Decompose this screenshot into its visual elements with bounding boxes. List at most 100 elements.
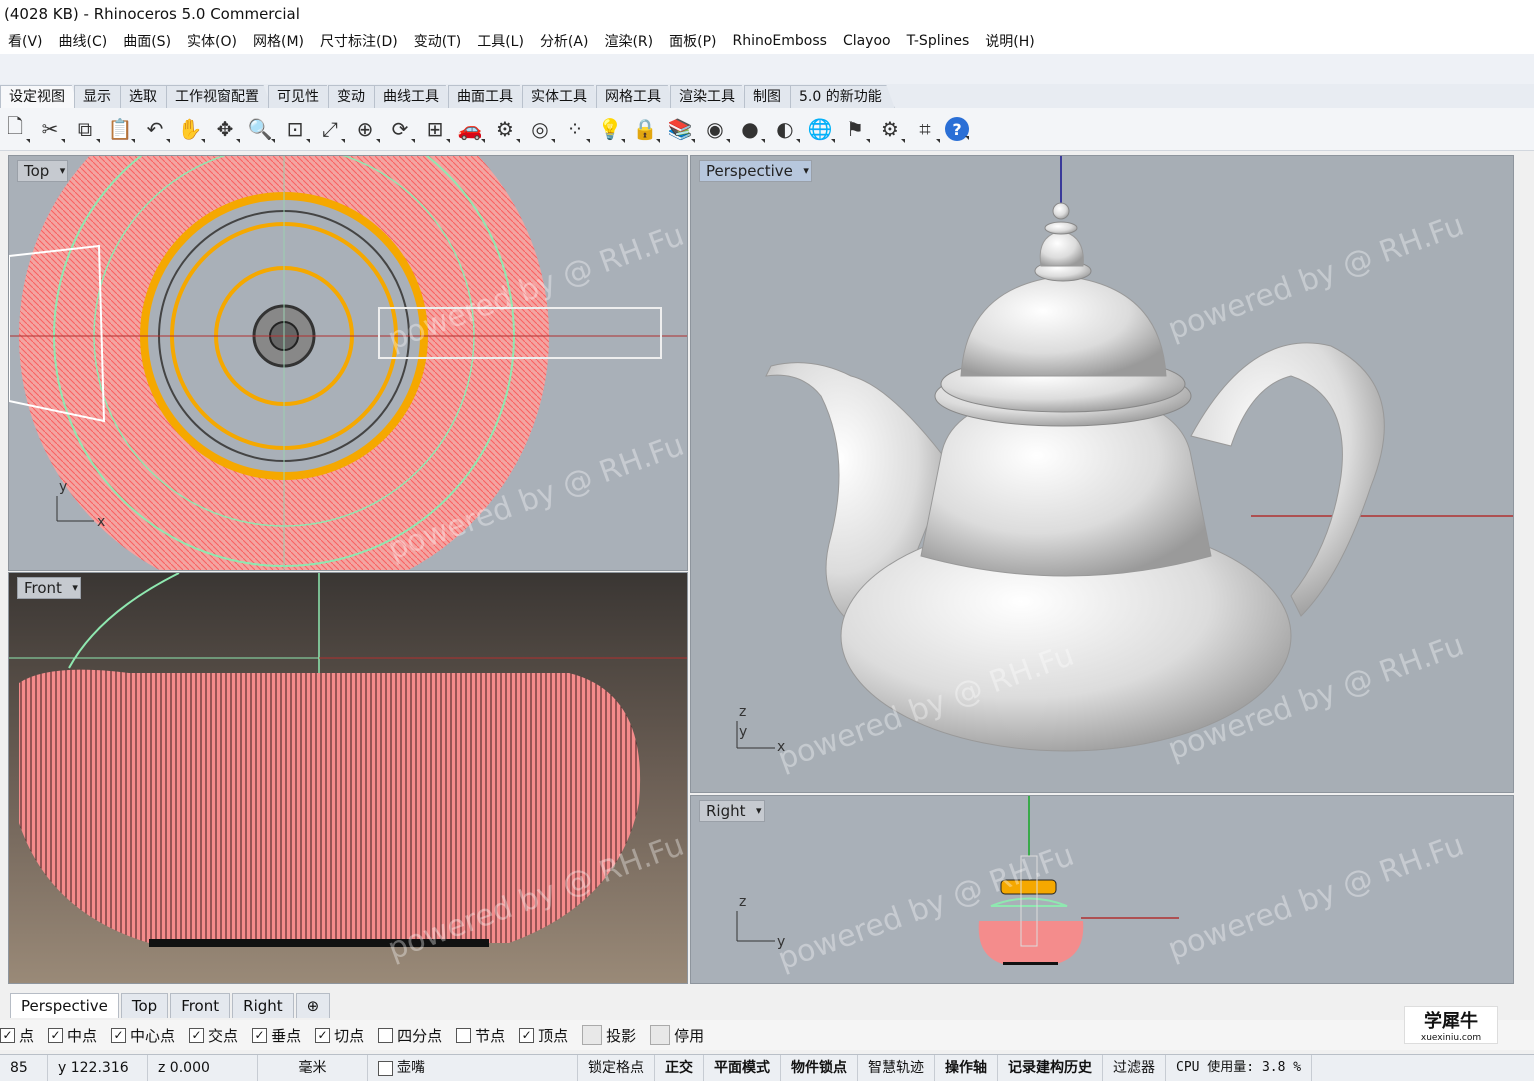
menu-item-3[interactable]: 实体(O): [179, 31, 245, 51]
toolbar-tab-9[interactable]: 网格工具: [596, 85, 674, 108]
osnap-3[interactable]: ✓ 交点: [189, 1025, 238, 1046]
osnap-checkbox[interactable]: ✓: [519, 1027, 535, 1043]
menu-item-13[interactable]: T-Splines: [899, 33, 978, 49]
menu-item-10[interactable]: 面板(P): [661, 31, 724, 51]
viewport-tab-right[interactable]: Right: [232, 993, 294, 1018]
pan-hand-icon[interactable]: ✋: [175, 114, 205, 144]
smarttrack-toggle[interactable]: 智慧轨迹: [858, 1055, 935, 1081]
osnap-10[interactable]: 停用: [650, 1025, 704, 1046]
toolbar-tab-2[interactable]: 选取: [120, 85, 170, 108]
zoom-window-icon[interactable]: ⊡: [280, 114, 310, 144]
grid-snap-toggle[interactable]: 锁定格点: [578, 1055, 655, 1081]
history-toggle[interactable]: 记录建构历史: [998, 1055, 1103, 1081]
lock-icon[interactable]: 🔒: [630, 114, 660, 144]
globe-icon[interactable]: 🌐: [805, 114, 835, 144]
osnap-checkbox[interactable]: ✓: [111, 1027, 127, 1043]
osnap-toggle[interactable]: 物件锁点: [781, 1055, 858, 1081]
flag-icon[interactable]: ⚑: [840, 114, 870, 144]
menu-item-0[interactable]: 看(V): [0, 31, 51, 51]
toolbar-tab-1[interactable]: 显示: [74, 85, 124, 108]
four-view-icon[interactable]: ⊞: [420, 114, 450, 144]
settings-gear-icon[interactable]: ⚙: [875, 114, 905, 144]
menu-item-1[interactable]: 曲线(C): [51, 31, 116, 51]
planar-toggle[interactable]: 平面模式: [704, 1055, 781, 1081]
zoom-selected-icon[interactable]: ⊕: [350, 114, 380, 144]
viewport-top[interactable]: y x Top: [8, 155, 688, 571]
current-layer[interactable]: 壶嘴: [368, 1055, 578, 1081]
menu-item-9[interactable]: 渲染(R): [596, 31, 661, 51]
light-icon[interactable]: 💡: [595, 114, 625, 144]
toolbar-tab-12[interactable]: 5.0 的新功能: [790, 85, 895, 108]
osnap-checkbox[interactable]: [378, 1027, 394, 1043]
toolbar-tab-6[interactable]: 曲线工具: [374, 85, 452, 108]
layer-icon[interactable]: 📚: [665, 114, 695, 144]
toolbar-tab-0[interactable]: 设定视图: [0, 85, 78, 108]
viewport-label-right[interactable]: Right: [699, 800, 765, 822]
car-icon[interactable]: 🚗: [455, 114, 485, 144]
units[interactable]: 毫米: [258, 1055, 368, 1081]
circle-snap-icon[interactable]: ◎: [525, 114, 555, 144]
render-sphere-icon[interactable]: ◐: [770, 114, 800, 144]
cut-icon[interactable]: ✂: [35, 114, 65, 144]
grid-snap-icon[interactable]: ⌗: [910, 114, 940, 144]
viewport-label-top[interactable]: Top: [17, 160, 69, 182]
osnap-2[interactable]: ✓ 中心点: [111, 1025, 175, 1046]
toolbar-tab-10[interactable]: 渲染工具: [670, 85, 748, 108]
viewport-tab-top[interactable]: Top: [120, 993, 169, 1018]
osnap-checkbox[interactable]: [582, 1025, 603, 1045]
paste-icon[interactable]: 📋: [105, 114, 135, 144]
menu-item-14[interactable]: 说明(H): [977, 31, 1042, 51]
zoom-icon[interactable]: 🔍: [245, 114, 275, 144]
points-icon[interactable]: ⁘: [560, 114, 590, 144]
toolbar-tab-4[interactable]: 可见性: [268, 85, 332, 108]
osnap-checkbox[interactable]: ✓: [315, 1027, 331, 1043]
osnap-0[interactable]: ✓ 点: [0, 1025, 34, 1046]
menu-item-5[interactable]: 尺寸标注(D): [312, 31, 406, 51]
toolbar-tab-5[interactable]: 变动: [328, 85, 378, 108]
osnap-4[interactable]: ✓ 垂点: [252, 1025, 301, 1046]
osnap-checkbox[interactable]: ✓: [189, 1027, 205, 1043]
rotate-view-icon[interactable]: ⟳: [385, 114, 415, 144]
menu-item-11[interactable]: RhinoEmboss: [724, 33, 834, 49]
new-icon[interactable]: 🗋: [0, 114, 30, 144]
menu-item-4[interactable]: 网格(M): [245, 31, 312, 51]
osnap-5[interactable]: ✓ 切点: [315, 1025, 364, 1046]
toolbar-tab-7[interactable]: 曲面工具: [448, 85, 526, 108]
osnap-checkbox[interactable]: [456, 1027, 472, 1043]
shade-sphere-icon[interactable]: ●: [735, 114, 765, 144]
osnap-checkbox[interactable]: ✓: [48, 1027, 64, 1043]
osnap-1[interactable]: ✓ 中点: [48, 1025, 97, 1046]
viewport-label-front[interactable]: Front: [17, 577, 81, 599]
osnap-6[interactable]: 四分点: [378, 1025, 442, 1046]
menu-item-6[interactable]: 变动(T): [406, 31, 469, 51]
osnap-7[interactable]: 节点: [456, 1025, 505, 1046]
help-icon[interactable]: ?: [945, 117, 969, 141]
viewport-tab-front[interactable]: Front: [170, 993, 231, 1018]
properties-icon[interactable]: ⚙: [490, 114, 520, 144]
add-viewport-tab-button[interactable]: ⊕: [295, 993, 331, 1018]
copy-icon[interactable]: ⧉: [70, 114, 100, 144]
viewport-label-perspective[interactable]: Perspective: [699, 160, 812, 182]
menu-item-7[interactable]: 工具(L): [469, 31, 532, 51]
menu-item-8[interactable]: 分析(A): [532, 31, 597, 51]
osnap-checkbox[interactable]: ✓: [252, 1027, 268, 1043]
undo-icon[interactable]: ↶: [140, 114, 170, 144]
viewport-tab-perspective[interactable]: Perspective: [10, 993, 119, 1018]
color-wheel-icon[interactable]: ◉: [700, 114, 730, 144]
viewport-perspective[interactable]: z y x Perspective: [690, 155, 1514, 793]
gumball-toggle[interactable]: 操作轴: [935, 1055, 998, 1081]
osnap-checkbox[interactable]: ✓: [0, 1027, 15, 1043]
menu-item-12[interactable]: Clayoo: [835, 33, 899, 49]
toolbar-tab-3[interactable]: 工作视窗配置: [166, 85, 272, 108]
viewport-right[interactable]: z y Right: [690, 795, 1514, 984]
toolbar-tab-11[interactable]: 制图: [744, 85, 794, 108]
menu-item-2[interactable]: 曲面(S): [115, 31, 179, 51]
osnap-9[interactable]: 投影: [582, 1025, 636, 1046]
viewport-front[interactable]: Front: [8, 572, 688, 984]
move-icon[interactable]: ✥: [210, 114, 240, 144]
toolbar-tab-8[interactable]: 实体工具: [522, 85, 600, 108]
zoom-extents-icon[interactable]: ⤢: [315, 114, 345, 144]
ortho-toggle[interactable]: 正交: [655, 1055, 704, 1081]
osnap-checkbox[interactable]: [650, 1025, 671, 1045]
osnap-8[interactable]: ✓ 顶点: [519, 1025, 568, 1046]
